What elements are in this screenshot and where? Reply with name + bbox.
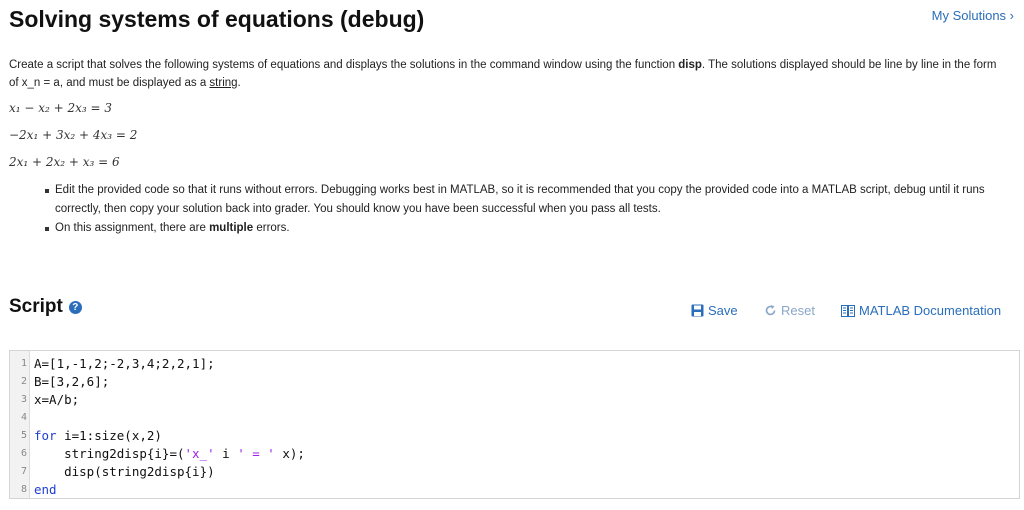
description-text-3: .	[237, 77, 241, 89]
list-item: Edit the provided code so that it runs w…	[45, 181, 1000, 219]
code-text: end	[34, 481, 57, 499]
documentation-label: MATLAB Documentation	[859, 303, 1002, 318]
line-number: 7	[20, 466, 27, 477]
floppy-disk-icon	[691, 304, 704, 317]
reset-label: Reset	[781, 303, 815, 318]
function-name: disp	[678, 59, 702, 71]
page-title: Solving systems of equations (debug)	[9, 6, 425, 32]
script-section-title: Script ?	[9, 296, 82, 318]
instruction-text: errors.	[253, 222, 290, 234]
code-fragment: i=1:size(x,2)	[56, 428, 162, 443]
reset-button[interactable]: Reset	[764, 303, 815, 318]
string-link[interactable]: string	[209, 77, 237, 89]
line-number: 1	[20, 358, 27, 369]
equation-2: −2x₁ + 3x₂ + 4x₃ = 2	[9, 128, 138, 142]
string-literal: 'x_'	[184, 446, 215, 461]
code-text: for i=1:size(x,2)	[34, 427, 162, 445]
code-text: disp(string2disp{i})	[34, 464, 215, 479]
code-fragment: x);	[274, 446, 305, 461]
line-number: 2	[20, 376, 27, 387]
keyword: end	[34, 482, 57, 497]
equation-3: 2x₁ + 2x₂ + x₃ = 6	[9, 155, 120, 169]
instruction-text: On this assignment, there are	[55, 222, 210, 234]
question-circle-icon[interactable]: ?	[68, 300, 82, 314]
matlab-documentation-link[interactable]: MATLAB Documentation	[841, 303, 1001, 318]
script-title-text: Script	[9, 296, 63, 317]
keyword: for	[34, 428, 57, 443]
code-text: A=[1,-1,2;-2,3,4;2,2,1];	[34, 356, 215, 371]
line-number: 6	[20, 448, 27, 459]
line-number: 4	[20, 412, 27, 423]
reset-icon	[765, 305, 776, 316]
save-label: Save	[708, 303, 738, 318]
equation-1: x₁ − x₂ + 2x₃ = 3	[9, 101, 113, 115]
line-number: 3	[20, 394, 27, 405]
code-fragment: string2disp{i}=(	[34, 446, 185, 461]
instruction-text: Edit the provided code so that it runs w…	[55, 184, 985, 215]
description-text: Create a script that solves the followin…	[9, 59, 679, 71]
code-fragment: i	[214, 446, 238, 461]
problem-description: Create a script that solves the followin…	[9, 56, 999, 92]
line-number: 8	[20, 484, 27, 495]
code-editor[interactable]: 1 A=[1,-1,2;-2,3,4;2,2,1]; 2 B=[3,2,6]; 3x…	[9, 350, 1020, 499]
save-button[interactable]: Save	[691, 303, 738, 318]
instruction-list: Edit the provided code so that it runs w…	[45, 181, 1000, 238]
list-item: On this assignment, there are multiple e…	[45, 219, 1000, 238]
code-text: string2disp{i}=('x_' i ' = ' x);	[34, 445, 305, 463]
multiple-emphasis: multiple	[209, 222, 254, 234]
code-text: B=[3,2,6];	[34, 374, 110, 389]
book-icon	[841, 304, 855, 317]
line-number: 5	[20, 430, 27, 441]
string-literal: ' = '	[237, 446, 275, 461]
code-text: x=A/b;	[34, 392, 80, 407]
my-solutions-link[interactable]: My Solutions ›	[932, 8, 1014, 23]
